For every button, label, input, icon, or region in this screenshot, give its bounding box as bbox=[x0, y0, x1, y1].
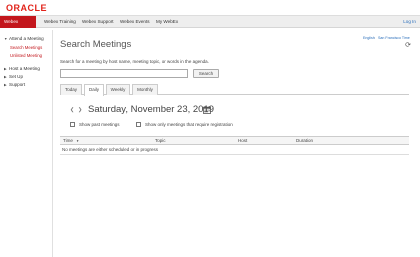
nav-webex-meetings[interactable]: Webex Meetings bbox=[0, 16, 36, 36]
tab-weekly[interactable]: Weekly bbox=[106, 84, 130, 95]
login-link[interactable]: Log In bbox=[403, 16, 416, 28]
show-past-label: Show past meetings bbox=[79, 122, 120, 127]
utility-separator: : bbox=[374, 36, 375, 40]
page-description: Search for a meeting by host name, meeti… bbox=[60, 59, 209, 64]
sidebar-item-label: Set Up bbox=[9, 74, 24, 79]
calendar-icon[interactable] bbox=[203, 106, 211, 114]
show-registration-label: Show only meetings that require registra… bbox=[145, 122, 233, 127]
column-duration[interactable]: Duration bbox=[296, 137, 313, 145]
view-tabs: Today Daily Weekly Monthly bbox=[60, 84, 409, 96]
nav-webex-support[interactable]: Webex Support bbox=[78, 16, 118, 28]
show-registration-checkbox[interactable] bbox=[136, 122, 141, 127]
show-registration-option[interactable]: Show only meetings that require registra… bbox=[136, 122, 233, 129]
nav-webex-events[interactable]: Webex Events bbox=[116, 16, 154, 28]
page-header: ORACLE bbox=[0, 0, 420, 15]
search-input[interactable] bbox=[60, 69, 188, 78]
selected-date: Saturday, November 23, 2019 bbox=[88, 104, 215, 115]
search-button[interactable]: Search bbox=[193, 69, 219, 78]
nav-my-webex[interactable]: My WebEx bbox=[152, 16, 182, 28]
sidebar-item-host[interactable]: ▶ Host a Meeting bbox=[4, 66, 40, 71]
column-topic[interactable]: Topic bbox=[155, 137, 166, 145]
timezone-link[interactable]: San Francisco Time bbox=[378, 36, 410, 40]
sidebar-item-attend[interactable]: ▼ Attend a Meeting bbox=[4, 36, 44, 41]
chevron-left-icon[interactable]: ❮ bbox=[70, 107, 74, 113]
meetings-table-header: Time ▼ Topic Host Duration bbox=[60, 136, 409, 145]
sidebar-item-setup[interactable]: ▶ Set Up bbox=[4, 74, 23, 79]
sidebar-item-label: Support bbox=[9, 82, 26, 87]
sidebar-item-label: Host a Meeting bbox=[9, 66, 40, 71]
sidebar-item-unlisted-meeting[interactable]: Unlisted Meeting bbox=[10, 53, 42, 58]
empty-message: No meetings are either scheduled or in p… bbox=[62, 147, 159, 152]
tab-daily[interactable]: Daily bbox=[84, 84, 104, 96]
left-sidebar: ▼ Attend a Meeting Search Meetings Unlist… bbox=[0, 30, 53, 257]
refresh-icon[interactable]: ⟳ bbox=[405, 41, 411, 49]
column-host[interactable]: Host bbox=[238, 137, 247, 145]
show-past-checkbox[interactable] bbox=[70, 122, 75, 127]
oracle-logo: ORACLE bbox=[6, 3, 47, 13]
column-time-label: Time bbox=[63, 138, 73, 143]
sidebar-item-label: Attend a Meeting bbox=[9, 36, 44, 41]
tab-today[interactable]: Today bbox=[60, 84, 82, 95]
page-title: Search Meetings bbox=[60, 39, 132, 50]
main-content: English : San Francisco Time ⟳ Search Me… bbox=[60, 30, 415, 257]
tab-monthly[interactable]: Monthly bbox=[132, 84, 158, 95]
show-past-option[interactable]: Show past meetings bbox=[70, 122, 120, 129]
nav-webex-training[interactable]: Webex Training bbox=[40, 16, 80, 28]
top-nav: Webex Meetings Webex Training Webex Supp… bbox=[0, 15, 420, 36]
sidebar-item-search-meetings[interactable]: Search Meetings bbox=[10, 45, 42, 50]
table-row: No meetings are either scheduled or in p… bbox=[60, 145, 409, 155]
chevron-right-icon[interactable]: ❯ bbox=[78, 107, 82, 113]
sidebar-item-support[interactable]: ▶ Support bbox=[4, 82, 25, 87]
column-time[interactable]: Time ▼ bbox=[63, 137, 79, 145]
sort-desc-icon: ▼ bbox=[76, 139, 80, 143]
